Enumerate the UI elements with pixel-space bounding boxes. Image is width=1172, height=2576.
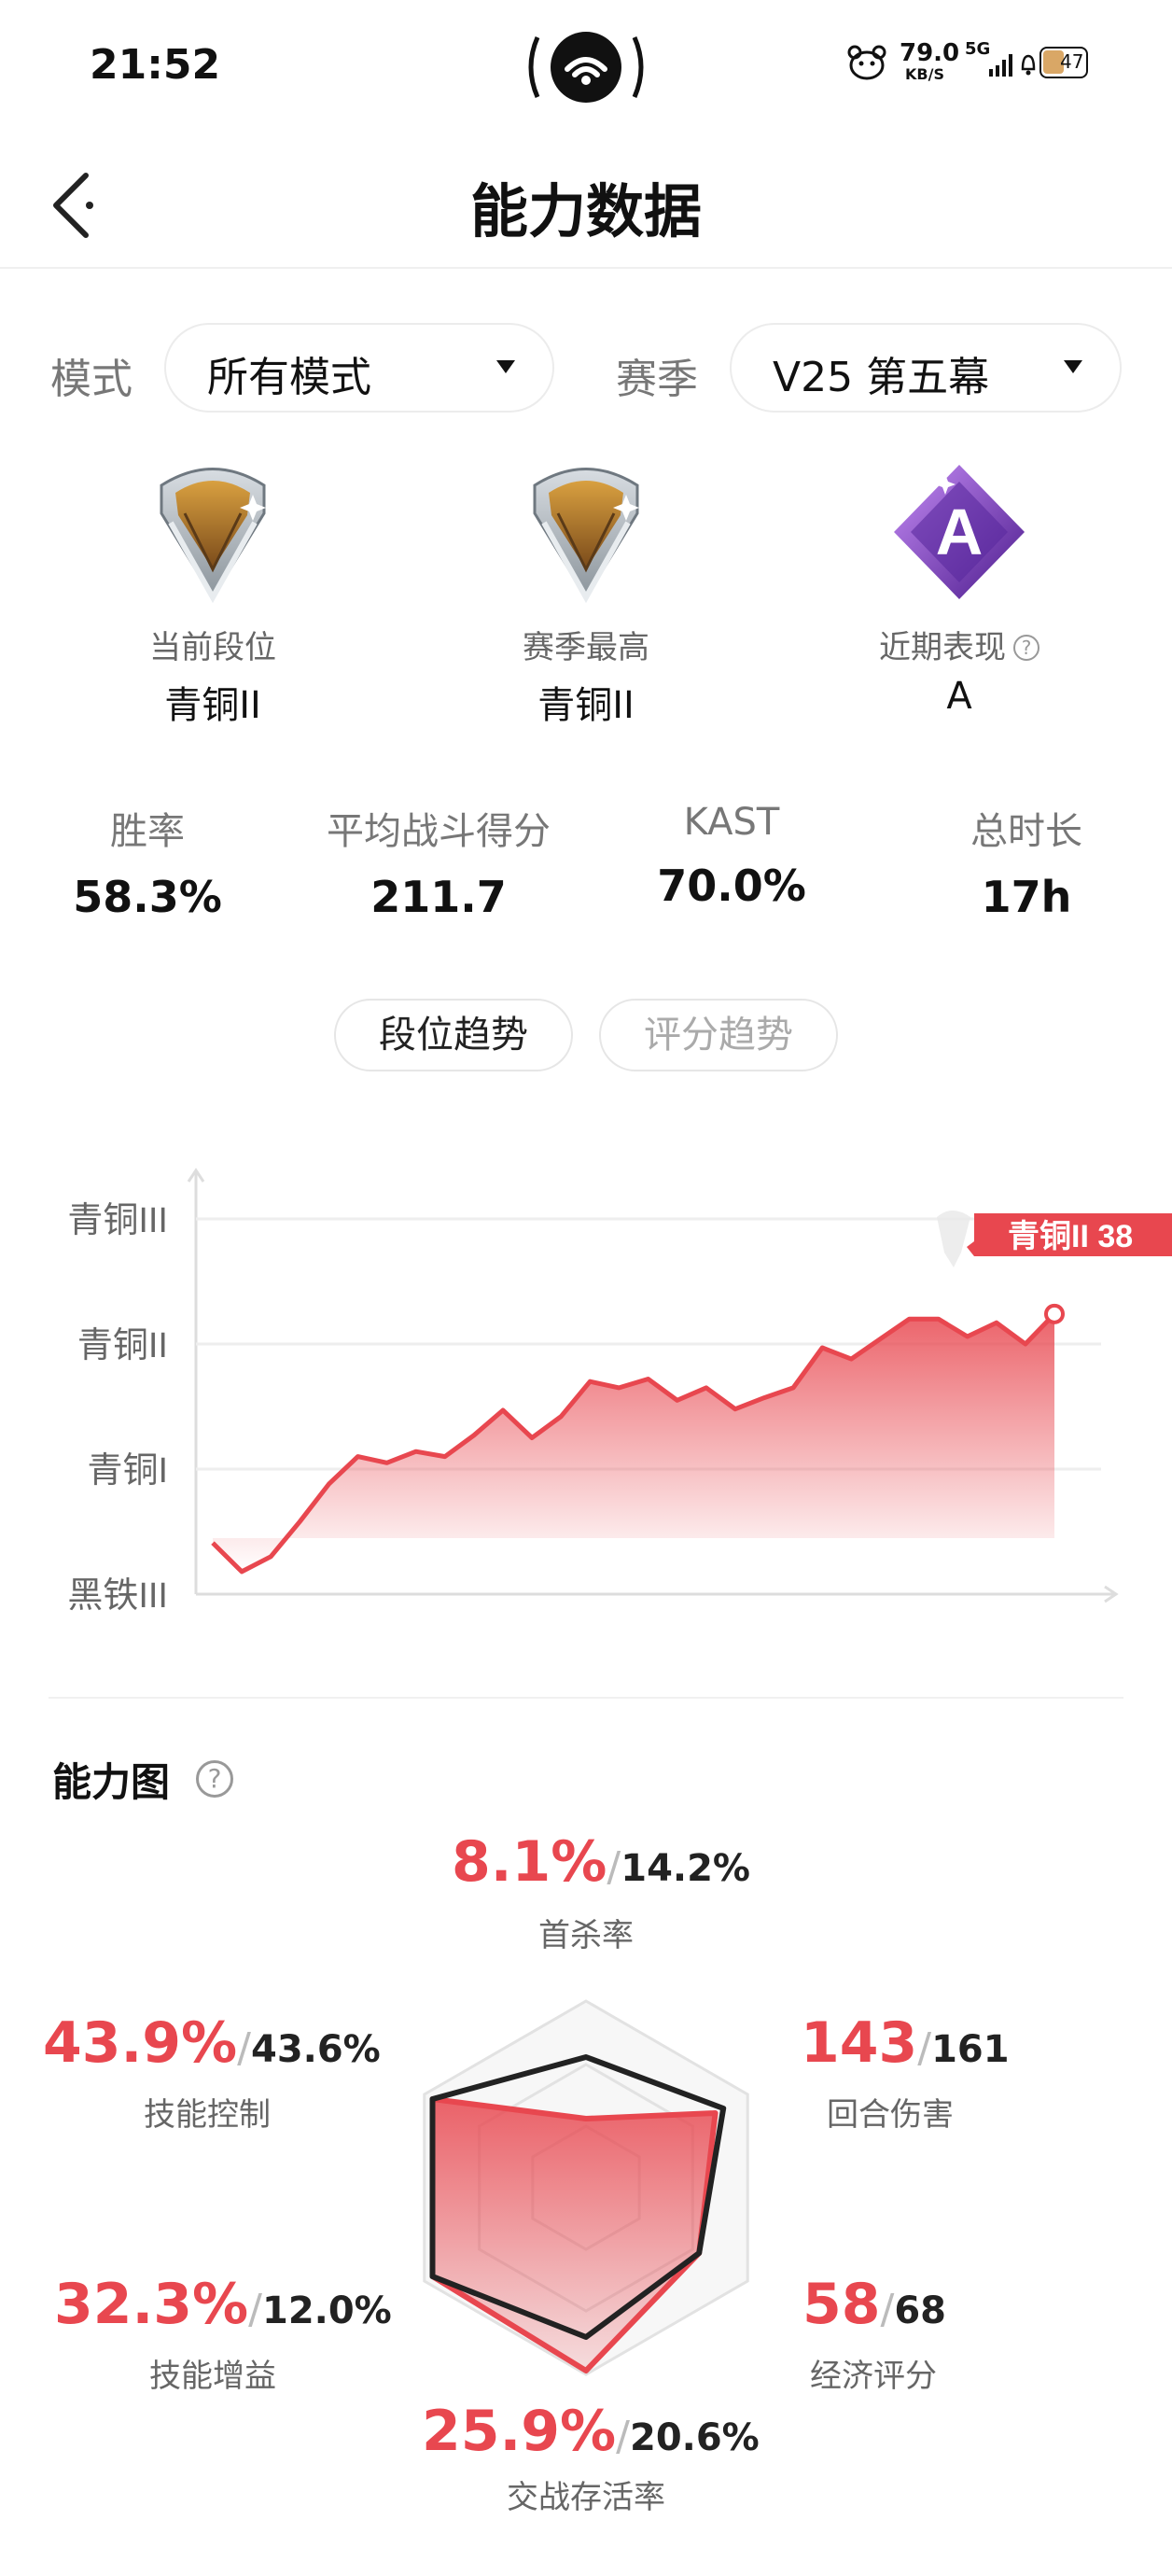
metric-economy-score: 58/68 [802, 2272, 946, 2337]
help-icon[interactable]: ? [196, 1760, 233, 1798]
metric-separator: / [880, 2286, 895, 2333]
network-type: 5G [965, 39, 991, 59]
help-icon[interactable]: ? [1013, 635, 1039, 661]
chevron-down-icon [496, 360, 515, 373]
rank-value: 青铜II [164, 684, 261, 727]
mode-label: 模式 [50, 356, 133, 403]
rank-label: 赛季最高 [523, 629, 649, 666]
metric-average: 20.6% [629, 2416, 760, 2459]
stat-avg-combat-score: 平均战斗得分 211.7 [299, 801, 579, 922]
mode-select[interactable]: 所有模式 [164, 323, 554, 413]
metric-label: 首杀率 [538, 1917, 634, 1954]
metric-round-damage: 143/161 [801, 2010, 1010, 2076]
y-tick-label: 青铜I [87, 1451, 168, 1491]
grade-letter: A [936, 496, 984, 568]
metric-value: 43.9% [43, 2010, 238, 2076]
metric-average: 68 [894, 2289, 946, 2332]
rank-value: 青铜II [537, 684, 635, 727]
page-title: 能力数据 [469, 177, 702, 245]
metric-separator: / [248, 2286, 262, 2333]
bronze-rank-icon [533, 468, 639, 604]
network-speed-unit: KB/S [905, 65, 944, 83]
metric-average: 14.2% [621, 1847, 751, 1890]
stat-label: 总时长 [970, 810, 1082, 853]
trend-area [213, 1313, 1054, 1572]
stat-label: 胜率 [110, 810, 185, 853]
metric-average: 12.0% [261, 2289, 392, 2332]
recent-performance: A 近期表现? A [819, 457, 1099, 718]
metric-separator: / [607, 1843, 621, 1891]
x-axis [196, 1585, 1119, 1603]
rank-label-text: 近期表现 [879, 629, 1006, 666]
season-select[interactable]: V25 第五幕 [730, 323, 1122, 413]
metric-value: 143 [801, 2010, 918, 2076]
status-bar: 21:52 79.0 KB/S 5G 47 [0, 0, 1172, 131]
stat-label: KAST [683, 801, 780, 844]
stat-value: 17h [981, 872, 1072, 922]
metric-engagement-survival: 25.9%/20.6% [422, 2399, 760, 2464]
performance-grade-icon: A [894, 465, 1025, 599]
stat-kast: KAST 70.0% [592, 801, 872, 911]
metric-label: 经济评分 [810, 2358, 937, 2395]
metric-value: 32.3% [54, 2272, 249, 2337]
stat-value: 58.3% [73, 872, 222, 922]
metric-label: 技能控制 [144, 2096, 271, 2134]
metric-label-text: 交战存活率 [507, 2479, 665, 2516]
metric-first-kill-rate: 8.1%/14.2% [452, 1829, 750, 1895]
network-speed: 79.0 [900, 39, 960, 67]
stat-label: 平均战斗得分 [327, 810, 551, 853]
stat-win-rate: 胜率 58.3% [7, 801, 287, 922]
section-divider [49, 1697, 1123, 1699]
metric-separator: / [237, 2024, 251, 2072]
bronze-rank-icon [160, 468, 266, 604]
y-tick-label: 青铜II [77, 1326, 168, 1365]
hotspot-icon [528, 32, 644, 103]
mode-value: 所有模式 [207, 354, 371, 401]
metric-average: 161 [931, 2028, 1010, 2071]
signal-icon [989, 54, 1012, 77]
metric-average: 43.6% [250, 2028, 381, 2071]
rank-label: 近期表现? [819, 622, 1099, 667]
y-tick-label: 黑铁III [67, 1576, 168, 1616]
y-tick-label: 青铜III [67, 1201, 168, 1240]
rank-value: A [946, 675, 972, 718]
y-axis [187, 1168, 205, 1594]
season-value: V25 第五幕 [773, 354, 990, 401]
section-title: 能力图 [52, 1759, 171, 1805]
bell-icon [1021, 54, 1036, 76]
tab-rank-trend[interactable]: 段位趋势 [334, 999, 573, 1071]
nav-bar: 能力数据 [0, 131, 1172, 269]
current-rank: 当前段位 青铜II [73, 457, 353, 729]
stat-total-time: 总时长 17h [886, 801, 1166, 922]
season-label: 赛季 [616, 356, 698, 403]
status-indicators: 79.0 KB/S 5G 47 [847, 39, 1090, 90]
metric-value: 25.9% [422, 2399, 617, 2464]
metric-utility-control: 43.9%/43.6% [43, 2010, 381, 2076]
battery-level: 47 [1060, 50, 1084, 73]
chevron-down-icon [1064, 360, 1082, 373]
bear-icon [847, 45, 886, 80]
metric-value: 58 [802, 2272, 881, 2337]
tab-score-trend[interactable]: 评分趋势 [599, 999, 838, 1071]
metric-label: 技能增益 [149, 2358, 276, 2395]
rank-label: 当前段位 [149, 629, 276, 666]
current-rank-tag-text: 青铜II 38 [1008, 1219, 1133, 1254]
metric-utility-buff: 32.3%/12.0% [54, 2272, 392, 2337]
stat-value: 70.0% [657, 861, 806, 911]
battery-icon: 47 [1039, 47, 1088, 78]
metric-separator: / [917, 2024, 932, 2072]
bronze-rank-icon [937, 1211, 970, 1267]
metric-separator: / [616, 2413, 630, 2460]
stat-value: 211.7 [370, 872, 507, 922]
season-highest-rank: 赛季最高 青铜II [446, 457, 726, 729]
rank-trend-chart: 黑铁III 青铜I 青铜II 青铜III 青铜II 38 [67, 1168, 1172, 1616]
trend-current-point [1044, 1303, 1065, 1324]
status-time: 21:52 [90, 41, 221, 89]
metric-value: 8.1% [452, 1829, 607, 1895]
metric-label: 回合伤害 [827, 2096, 954, 2134]
